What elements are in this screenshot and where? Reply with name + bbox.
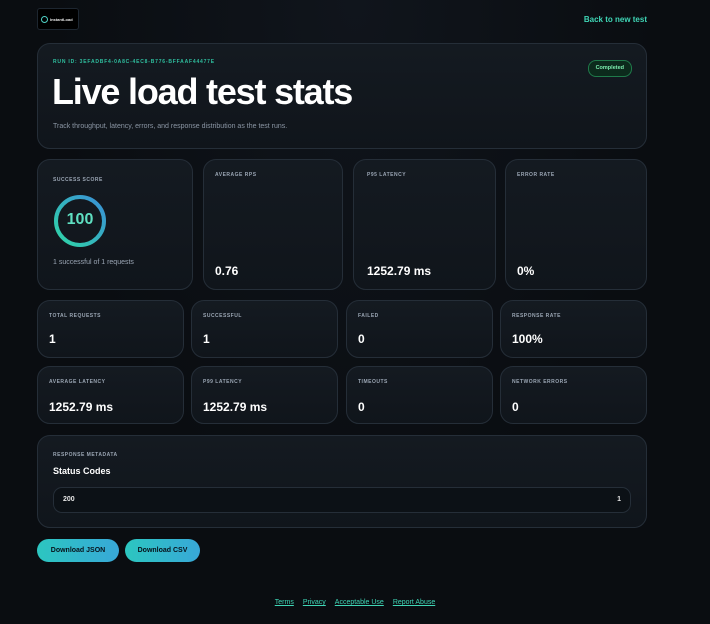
stat-card-total-requests: TOTAL REQUESTS 1 bbox=[37, 300, 184, 358]
footer-link-acceptable-use[interactable]: Acceptable Use bbox=[335, 599, 384, 606]
status-code-count: 1 bbox=[617, 496, 621, 503]
stat-card-timeouts: TIMEOUTS 0 bbox=[346, 366, 493, 424]
stat-value: 0% bbox=[517, 264, 535, 278]
stat-label: FAILED bbox=[358, 313, 379, 319]
stat-value: 1252.79 ms bbox=[49, 400, 114, 414]
success-score-value: 100 bbox=[66, 211, 94, 228]
stat-card-average-rps: AVERAGE RPS 0.76 bbox=[203, 159, 343, 290]
stat-label: P99 LATENCY bbox=[203, 379, 243, 385]
status-code: 200 bbox=[63, 496, 75, 503]
stat-card-error-rate: ERROR RATE 0% bbox=[505, 159, 647, 290]
stat-card-network-errors: NETWORK ERRORS 0 bbox=[500, 366, 647, 424]
stat-card-failed: FAILED 0 bbox=[346, 300, 493, 358]
status-codes-title: Status Codes bbox=[53, 466, 111, 476]
stat-value: 100% bbox=[512, 332, 543, 346]
stat-label: TIMEOUTS bbox=[358, 379, 388, 385]
stat-label: P95 LATENCY bbox=[367, 172, 407, 178]
stat-label: NETWORK ERRORS bbox=[512, 379, 568, 385]
response-metadata-label: RESPONSE METADATA bbox=[53, 452, 118, 458]
download-csv-button[interactable]: Download CSV bbox=[125, 539, 200, 562]
footer-link-privacy[interactable]: Privacy bbox=[303, 599, 326, 606]
stat-value: 0 bbox=[358, 400, 365, 414]
page: InstantLoad Back to new test RUN ID: 3EF… bbox=[0, 0, 710, 624]
stat-label: TOTAL REQUESTS bbox=[49, 313, 102, 319]
footer-link-terms[interactable]: Terms bbox=[275, 599, 294, 606]
footer-link-report-abuse[interactable]: Report Abuse bbox=[393, 599, 435, 606]
footer: Terms Privacy Acceptable Use Report Abus… bbox=[0, 599, 710, 606]
stat-label: ERROR RATE bbox=[517, 172, 555, 178]
stat-label: AVERAGE RPS bbox=[215, 172, 257, 178]
logo-text: InstantLoad bbox=[50, 16, 73, 22]
stat-card-average-latency: AVERAGE LATENCY 1252.79 ms bbox=[37, 366, 184, 424]
stat-card-p95-latency: P95 LATENCY 1252.79 ms bbox=[353, 159, 496, 290]
page-subtitle: Track throughput, latency, errors, and r… bbox=[53, 123, 288, 130]
hero-card: RUN ID: 3EFADBF4-0A8C-4EC8-B776-BFFAAF44… bbox=[37, 43, 647, 149]
stat-card-response-rate: RESPONSE RATE 100% bbox=[500, 300, 647, 358]
stat-card-successful: SUCCESSFUL 1 bbox=[191, 300, 338, 358]
stat-value: 1252.79 ms bbox=[367, 264, 432, 278]
stat-value: 0.76 bbox=[215, 264, 239, 278]
success-score-card: SUCCESS SCORE 100 1 successful of 1 requ… bbox=[37, 159, 193, 290]
stat-value: 0 bbox=[512, 400, 519, 414]
stat-label: SUCCESSFUL bbox=[203, 313, 242, 319]
page-title: Live load test stats bbox=[52, 71, 353, 112]
status-code-row: 200 1 bbox=[53, 487, 631, 513]
stat-value: 1 bbox=[203, 332, 210, 346]
back-to-new-test-link[interactable]: Back to new test bbox=[584, 15, 647, 24]
status-badge: Completed bbox=[587, 60, 632, 77]
stat-value: 1 bbox=[49, 332, 56, 346]
response-metadata-card: RESPONSE METADATA Status Codes 200 1 bbox=[37, 435, 647, 528]
success-score-subtext: 1 successful of 1 requests bbox=[53, 259, 134, 266]
stat-value: 0 bbox=[358, 332, 365, 346]
stat-value: 1252.79 ms bbox=[203, 400, 268, 414]
download-json-button[interactable]: Download JSON bbox=[37, 539, 119, 562]
success-score-label: SUCCESS SCORE bbox=[53, 177, 103, 183]
stat-card-p99-latency: P99 LATENCY 1252.79 ms bbox=[191, 366, 338, 424]
stat-label: RESPONSE RATE bbox=[512, 313, 561, 319]
top-bar: InstantLoad Back to new test bbox=[37, 8, 647, 30]
logo-icon bbox=[41, 15, 48, 23]
run-id: RUN ID: 3EFADBF4-0A8C-4EC8-B776-BFFAAF44… bbox=[53, 59, 215, 65]
logo[interactable]: InstantLoad bbox=[37, 8, 79, 30]
stat-label: AVERAGE LATENCY bbox=[49, 379, 106, 385]
